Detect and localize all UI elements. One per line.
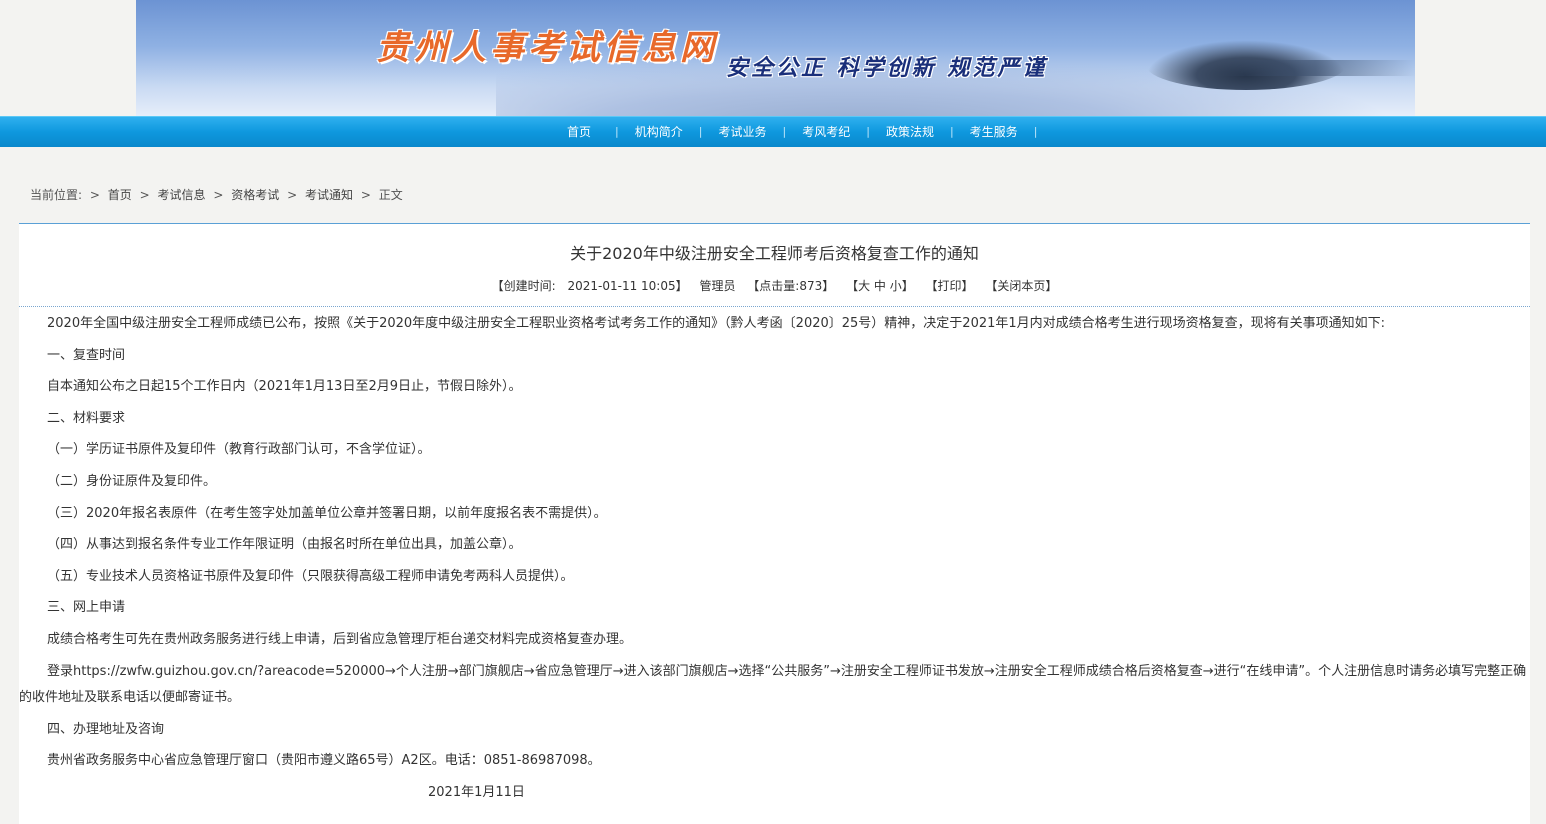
banner-water-graphic — [1216, 60, 1415, 76]
breadcrumb-arrow: > — [139, 188, 150, 202]
breadcrumb-item-exam-notice[interactable]: 考试通知 — [305, 188, 353, 202]
article-content: 2020年全国中级注册安全工程师成绩已公布，按照《关于2020年度中级注册安全工… — [19, 308, 1530, 808]
print-link[interactable]: 【打印】 — [926, 279, 974, 293]
breadcrumb-prefix: 当前位置: — [30, 188, 83, 202]
breadcrumb-item-qualification-exam[interactable]: 资格考试 — [231, 188, 279, 202]
created-label: 【创建时间: — [491, 279, 556, 293]
created-value: 2021-01-11 10:05】 — [567, 279, 688, 293]
article-title: 关于2020年中级注册安全工程师考后资格复查工作的通知 — [570, 244, 979, 263]
breadcrumb-item-exam-info[interactable]: 考试信息 — [158, 188, 206, 202]
paragraph: 登录https://zwfw.guizhou.gov.cn/?areacode=… — [19, 663, 1527, 705]
nav-separator: | — [1033, 125, 1038, 138]
paragraph: （一）学历证书原件及复印件（教育行政部门认可，不含学位证）。 — [47, 442, 431, 458]
nav-item-policies[interactable]: 政策法规 — [870, 117, 950, 147]
paragraph: （二）身份证原件及复印件。 — [47, 473, 217, 489]
paragraph: 2020年全国中级注册安全工程师成绩已公布，按照《关于2020年度中级注册安全工… — [47, 316, 1386, 331]
breadcrumb-arrow: > — [213, 188, 224, 202]
breadcrumb: 当前位置: > 首页 > 考试信息 > 资格考试 > 考试通知 > 正文 — [30, 186, 407, 203]
site-slogan: 安全公正 科学创新 规范严谨 — [726, 55, 1048, 81]
divider — [19, 306, 1530, 307]
header-banner-area: 贵州人事考试信息网 安全公正 科学创新 规范严谨 — [0, 0, 1546, 116]
nav-item-candidate-services[interactable]: 考生服务 — [954, 117, 1034, 147]
section-heading: 一、复查时间 — [47, 347, 126, 363]
main-nav: 首页 | 机构简介 | 考试业务 | 考风考纪 | 政策法规 | 考生服务 | — [0, 116, 1546, 147]
section-heading: 三、网上申请 — [47, 600, 126, 616]
click-count: 【点击量:873】 — [747, 279, 835, 293]
paragraph: 成绩合格考生可先在贵州政务服务进行线上申请，后到省应急管理厅柜台递交材料完成资格… — [47, 631, 633, 647]
breadcrumb-item-home[interactable]: 首页 — [108, 188, 132, 202]
paragraph: （三）2020年报名表原件（在考生签字处加盖单位公章并签署日期，以前年度报名表不… — [47, 505, 607, 521]
font-size-toggle[interactable]: 【大 中 小】 — [846, 279, 914, 293]
nav-item-exam-discipline[interactable]: 考风考纪 — [786, 117, 866, 147]
nav-item-about[interactable]: 机构简介 — [619, 117, 699, 147]
breadcrumb-arrow: > — [89, 188, 100, 202]
main-nav-items: 首页 | 机构简介 | 考试业务 | 考风考纪 | 政策法规 | 考生服务 | — [541, 117, 1037, 147]
nav-item-home[interactable]: 首页 — [541, 117, 615, 147]
paragraph: 自本通知公布之日起15个工作日内（2021年1月13日至2月9日止，节假日除外）… — [47, 379, 522, 395]
header-banner: 贵州人事考试信息网 安全公正 科学创新 规范严谨 — [136, 0, 1415, 116]
close-page-link[interactable]: 【关闭本页】 — [985, 279, 1057, 293]
paragraph: 贵州省政务服务中心省应急管理厅窗口（贵阳市遵义路65号）A2区。电话：0851-… — [47, 753, 601, 769]
breadcrumb-arrow: > — [360, 188, 371, 202]
paragraph: （四）从事达到报名条件专业工作年限证明（由报名时所在单位出具，加盖公章）。 — [47, 537, 522, 553]
article-date: 2021年1月11日 — [428, 784, 525, 800]
author: 管理员 — [699, 279, 736, 293]
article-meta: 【创建时间: 2021-01-11 10:05】 管理员 【点击量:873】 【… — [19, 277, 1530, 294]
breadcrumb-arrow: > — [287, 188, 298, 202]
site-title-logo: 贵州人事考试信息网 — [376, 28, 718, 68]
section-heading: 二、材料要求 — [47, 410, 126, 426]
nav-item-exam-business[interactable]: 考试业务 — [702, 117, 782, 147]
breadcrumb-item-current: 正文 — [378, 188, 403, 202]
paragraph: （五）专业技术人员资格证书原件及复印件（只限获得高级工程师申请免考两科人员提供）… — [47, 568, 574, 584]
article-container: 关于2020年中级注册安全工程师考后资格复查工作的通知 【创建时间: 2021-… — [19, 223, 1530, 824]
section-heading: 四、办理地址及咨询 — [47, 721, 165, 737]
